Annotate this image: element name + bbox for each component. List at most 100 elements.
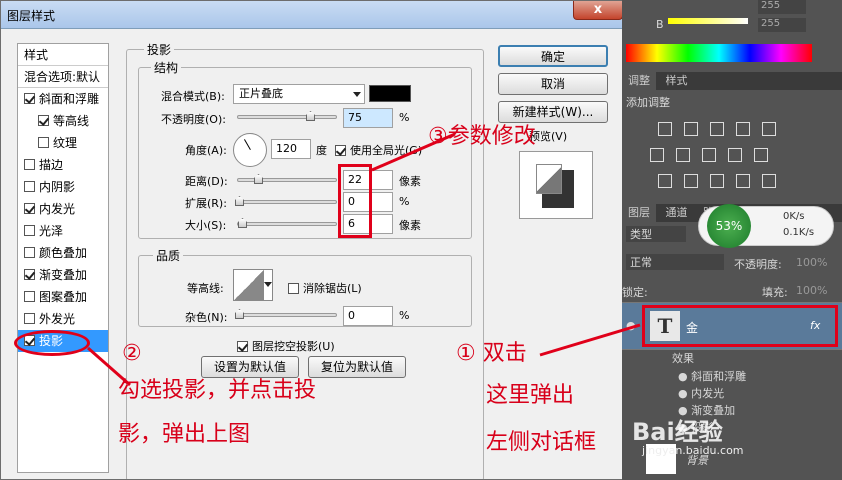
distance-label: 距离(D): — [185, 175, 228, 188]
blend-mode-value: 正片叠底 — [239, 87, 283, 100]
color-b-slider[interactable] — [668, 18, 748, 24]
eye-icon[interactable]: ● — [678, 387, 691, 400]
color-b-value[interactable]: 255 — [758, 18, 806, 32]
style-item[interactable]: 外发光 — [18, 308, 108, 330]
effect-item[interactable]: ● 内发光 — [678, 385, 724, 401]
style-item[interactable]: 斜面和浮雕 — [18, 88, 108, 110]
adjustment-icon[interactable] — [676, 148, 690, 162]
adjustment-icon[interactable] — [710, 122, 724, 136]
effect-label: 内发光 — [691, 387, 725, 400]
style-item-label: 内阴影 — [39, 180, 76, 194]
distance-unit: 像素 — [399, 175, 421, 188]
structure-title: 结构 — [151, 59, 182, 76]
eye-icon[interactable]: ● — [626, 319, 636, 332]
annotation-step2-line2: 影，弹出上图 — [118, 422, 251, 447]
blend-mode-layer-select[interactable]: 正常 — [626, 254, 724, 270]
style-item-checkbox[interactable] — [38, 137, 49, 148]
style-item-checkbox[interactable] — [24, 203, 35, 214]
tab-adjust[interactable]: 调整 — [622, 72, 656, 90]
ok-button[interactable]: 确定 — [498, 45, 608, 67]
adjustment-icon[interactable] — [710, 174, 724, 188]
opacity-unit: % — [399, 111, 410, 124]
layer-opacity-value[interactable]: 100% — [796, 256, 827, 269]
net-percent: 53% — [707, 204, 751, 248]
contour-label: 等高线: — [187, 282, 224, 295]
adjustment-icon[interactable] — [658, 174, 672, 188]
style-list-header: 样式 — [18, 44, 108, 66]
dialog-title: 图层样式 — [7, 9, 56, 23]
blend-mode-label: 混合模式(B): — [161, 90, 225, 103]
adjustment-icon[interactable] — [702, 148, 716, 162]
cancel-button[interactable]: 取消 — [498, 73, 608, 95]
shadow-color-swatch[interactable] — [369, 85, 411, 102]
antialias-checkbox[interactable] — [288, 282, 299, 294]
global-light-option[interactable]: 使用全局光(G) — [335, 142, 422, 158]
blend-mode-layer-value: 正常 — [630, 256, 652, 269]
close-button[interactable]: x — [573, 1, 623, 20]
effect-item[interactable]: ● 斜面和浮雕 — [678, 368, 746, 384]
tab-channels[interactable]: 通道 — [660, 204, 694, 222]
preview-swatch — [536, 164, 562, 194]
blend-mode-select[interactable]: 正片叠底 — [233, 84, 365, 104]
style-item[interactable]: 纹理 — [18, 132, 108, 154]
adjustment-icon[interactable] — [728, 148, 742, 162]
opacity-input[interactable]: 75 — [343, 108, 393, 128]
adjustment-icon[interactable] — [684, 122, 698, 136]
layer-filter-select[interactable]: 类型 — [626, 226, 686, 242]
style-item-checkbox[interactable] — [24, 93, 35, 104]
opacity-slider-track[interactable] — [237, 115, 337, 119]
adjustment-icon[interactable] — [762, 174, 776, 188]
tab-layers[interactable]: 图层 — [622, 204, 656, 222]
adjustment-icon[interactable] — [736, 174, 750, 188]
color-spectrum[interactable] — [626, 44, 812, 62]
size-label: 大小(S): — [185, 219, 227, 232]
style-item-checkbox[interactable] — [24, 313, 35, 324]
contour-picker[interactable] — [233, 269, 273, 301]
noise-slider-track[interactable] — [237, 313, 337, 317]
style-item[interactable]: 颜色叠加 — [18, 242, 108, 264]
antialias-option[interactable]: 消除锯齿(L) — [288, 280, 362, 296]
style-item[interactable]: 等高线 — [18, 110, 108, 132]
style-item[interactable]: 光泽 — [18, 220, 108, 242]
style-list: 样式 混合选项:默认 斜面和浮雕 等高线 纹理 描边内阴影内发光光泽 颜色叠加渐变叠加图… — [17, 43, 109, 473]
adjustment-icon[interactable] — [736, 122, 750, 136]
preview-thumbnail — [519, 151, 593, 219]
spread-slider-track[interactable] — [237, 200, 337, 204]
style-item[interactable]: 渐变叠加 — [18, 264, 108, 286]
adjustment-icon[interactable] — [754, 148, 768, 162]
global-light-checkbox[interactable] — [335, 144, 346, 156]
fill-value[interactable]: 100% — [796, 284, 827, 297]
eye-icon[interactable]: ● — [678, 370, 691, 383]
style-item-checkbox[interactable] — [24, 181, 35, 192]
style-item-checkbox[interactable] — [24, 247, 35, 258]
style-item[interactable]: 内阴影 — [18, 176, 108, 198]
style-item[interactable]: 描边 — [18, 154, 108, 176]
knockout-checkbox[interactable] — [237, 340, 248, 352]
adjustment-icon[interactable] — [658, 122, 672, 136]
size-slider-track[interactable] — [237, 222, 337, 226]
style-item-checkbox[interactable] — [24, 269, 35, 280]
adjustment-icon[interactable] — [762, 122, 776, 136]
style-item-label: 渐变叠加 — [39, 268, 88, 282]
annotation-step2-line1: 勾选投影，并点击投 — [118, 378, 317, 403]
style-item[interactable]: 图案叠加 — [18, 286, 108, 308]
blend-options-item[interactable]: 混合选项:默认 — [18, 66, 108, 88]
style-item-checkbox[interactable] — [24, 225, 35, 236]
adjustment-icon[interactable] — [650, 148, 664, 162]
knockout-option[interactable]: 图层挖空投影(U) — [237, 338, 335, 354]
annotation-step3: ③参数修改 — [428, 124, 536, 149]
style-item-checkbox[interactable] — [24, 291, 35, 302]
color-value-top[interactable]: 255 — [758, 0, 806, 14]
distance-slider-track[interactable] — [237, 178, 337, 182]
style-item-checkbox[interactable] — [24, 159, 35, 170]
reset-default-button[interactable]: 复位为默认值 — [308, 356, 406, 378]
angle-input[interactable]: 120 — [271, 139, 311, 159]
noise-input[interactable]: 0 — [343, 306, 393, 326]
global-light-label: 使用全局光(G) — [350, 144, 423, 157]
angle-dial[interactable] — [233, 133, 267, 167]
style-item-label: 内发光 — [39, 202, 76, 216]
tab-style[interactable]: 样式 — [660, 72, 694, 90]
adjustment-icon[interactable] — [684, 174, 698, 188]
style-item-checkbox[interactable] — [38, 115, 49, 126]
style-item[interactable]: 内发光 — [18, 198, 108, 220]
